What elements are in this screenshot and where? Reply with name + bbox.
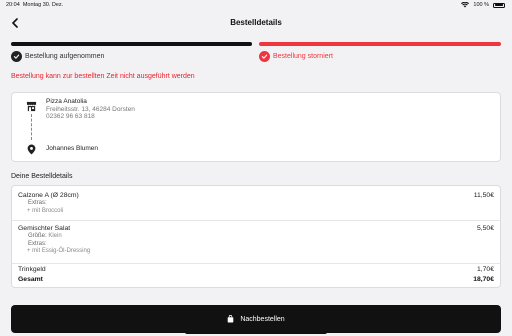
extras-label: Extras: <box>28 240 47 247</box>
wifi-icon <box>461 2 470 8</box>
step-cancelled: Bestellung storniert <box>259 50 333 62</box>
shop-icon <box>25 100 37 112</box>
reorder-label: Nachbestellen <box>240 315 285 323</box>
extra-option: + mit Essig-Öl-Dressing <box>27 248 91 254</box>
battery-percent: 100 % <box>473 2 489 8</box>
restaurant-name: Pizza Anatolia <box>46 98 87 105</box>
status-bar: 20:04 Montag 30. Dez. 100 % <box>0 0 512 11</box>
size-value: Klein <box>48 233 62 239</box>
step-ordered-label: Bestellung aufgenommen <box>25 52 105 60</box>
item-name: Calzone A (Ø 28cm) <box>18 192 79 199</box>
extras-label: Extras: <box>28 200 47 206</box>
restaurant-address: Freiheitsstr. 13, 46284 Dorsten <box>46 105 135 113</box>
extra-option: + mit Broccoli <box>27 207 64 214</box>
tip-label: Trinkgeld <box>18 266 46 273</box>
check-icon <box>11 50 22 62</box>
item-name: Gemischter Salat <box>18 225 71 232</box>
total-label: Gesamt <box>18 276 43 283</box>
step-cancelled-label: Bestellung storniert <box>273 52 333 60</box>
restaurant-phone[interactable]: 02362 96 63 818 <box>46 113 95 120</box>
status-time: 20:04 Montag 30. Dez. <box>6 2 64 8</box>
progress-bar-step1 <box>11 42 252 46</box>
total-row: Gesamt 18,70€ <box>18 276 494 283</box>
address-card: Pizza Anatolia Freiheitsstr. 13, 46284 D… <box>11 92 501 162</box>
tip-value: 1,70€ <box>476 266 494 273</box>
item-price: 5,50€ <box>476 225 494 232</box>
size-label: Größe: <box>28 233 47 239</box>
tip-row: Trinkgeld 1,70€ <box>18 266 494 273</box>
status-right: 100 % <box>461 2 505 8</box>
item-price: 11,50€ <box>473 192 494 199</box>
page-title: Bestelldetails <box>230 18 282 27</box>
step-ordered: Bestellung aufgenommen <box>11 50 104 62</box>
divider <box>12 220 500 221</box>
order-details-title: Deine Bestelldetails <box>11 173 73 180</box>
home-indicator <box>185 330 327 334</box>
order-item: Calzone A (Ø 28cm) 11,50€ Extras: + mit … <box>18 192 494 215</box>
cancellation-message: Bestellung kann zur bestellten Zeit nich… <box>11 73 195 80</box>
divider <box>12 263 500 264</box>
location-pin-icon <box>25 143 37 155</box>
order-item: Gemischter Salat 5,50€ Größe: Klein Extr… <box>18 225 494 256</box>
check-icon <box>259 50 270 62</box>
customer-name: Johannes Blumen <box>46 145 99 152</box>
route-line <box>31 114 32 140</box>
total-value: 18,70€ <box>473 276 494 283</box>
reorder-button[interactable]: Nachbestellen <box>11 305 501 333</box>
shopping-bag-icon <box>227 315 234 323</box>
progress-bar-step2 <box>259 42 501 46</box>
battery-icon <box>493 2 505 8</box>
order-details-card: Calzone A (Ø 28cm) 11,50€ Extras: + mit … <box>11 185 501 288</box>
header: Bestelldetails <box>0 13 512 33</box>
size-row: Größe: Klein <box>18 233 494 241</box>
